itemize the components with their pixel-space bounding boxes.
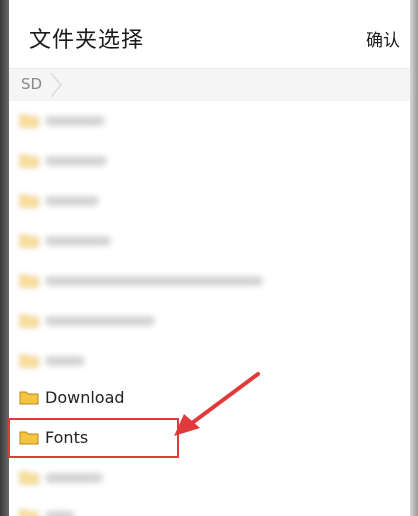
blurred-folder-name <box>45 276 263 286</box>
list-item[interactable] <box>9 181 410 221</box>
breadcrumb: SD <box>9 68 410 102</box>
folder-icon <box>19 274 39 288</box>
blurred-folder-name <box>45 316 155 326</box>
list-item[interactable] <box>9 221 410 261</box>
list-item[interactable] <box>9 101 410 141</box>
dialog-title: 文件夹选择 <box>29 28 145 53</box>
blurred-folder-name <box>45 196 99 206</box>
folder-icon <box>19 194 39 208</box>
blurred-folder-name <box>45 356 85 366</box>
blurred-folder-name <box>45 473 103 483</box>
folder-icon <box>19 234 39 248</box>
folder-icon <box>19 391 39 405</box>
folder-icon <box>19 471 39 485</box>
blurred-folder-name <box>45 116 105 126</box>
list-item[interactable] <box>9 301 410 341</box>
blurred-folder-name <box>45 236 111 246</box>
breadcrumb-item-sd[interactable]: SD <box>21 75 42 93</box>
arrow-icon <box>174 372 260 436</box>
list-item[interactable] <box>9 261 410 301</box>
folder-icon <box>19 314 39 328</box>
folder-name: Download <box>45 388 125 407</box>
folder-icon <box>19 354 39 368</box>
folder-icon <box>19 154 39 168</box>
folder-icon <box>19 509 39 516</box>
dialog-header: 文件夹选择 确认 <box>9 0 410 68</box>
confirm-button[interactable]: 确认 <box>366 26 400 51</box>
chevron-right-icon <box>50 73 62 97</box>
blurred-folder-name <box>45 511 75 516</box>
list-item[interactable] <box>9 141 410 181</box>
list-item[interactable] <box>9 496 410 516</box>
highlight-box <box>8 418 179 458</box>
folder-icon <box>19 114 39 128</box>
background-edge-right <box>410 0 418 516</box>
blurred-folder-name <box>45 156 107 166</box>
list-item[interactable] <box>9 458 410 498</box>
